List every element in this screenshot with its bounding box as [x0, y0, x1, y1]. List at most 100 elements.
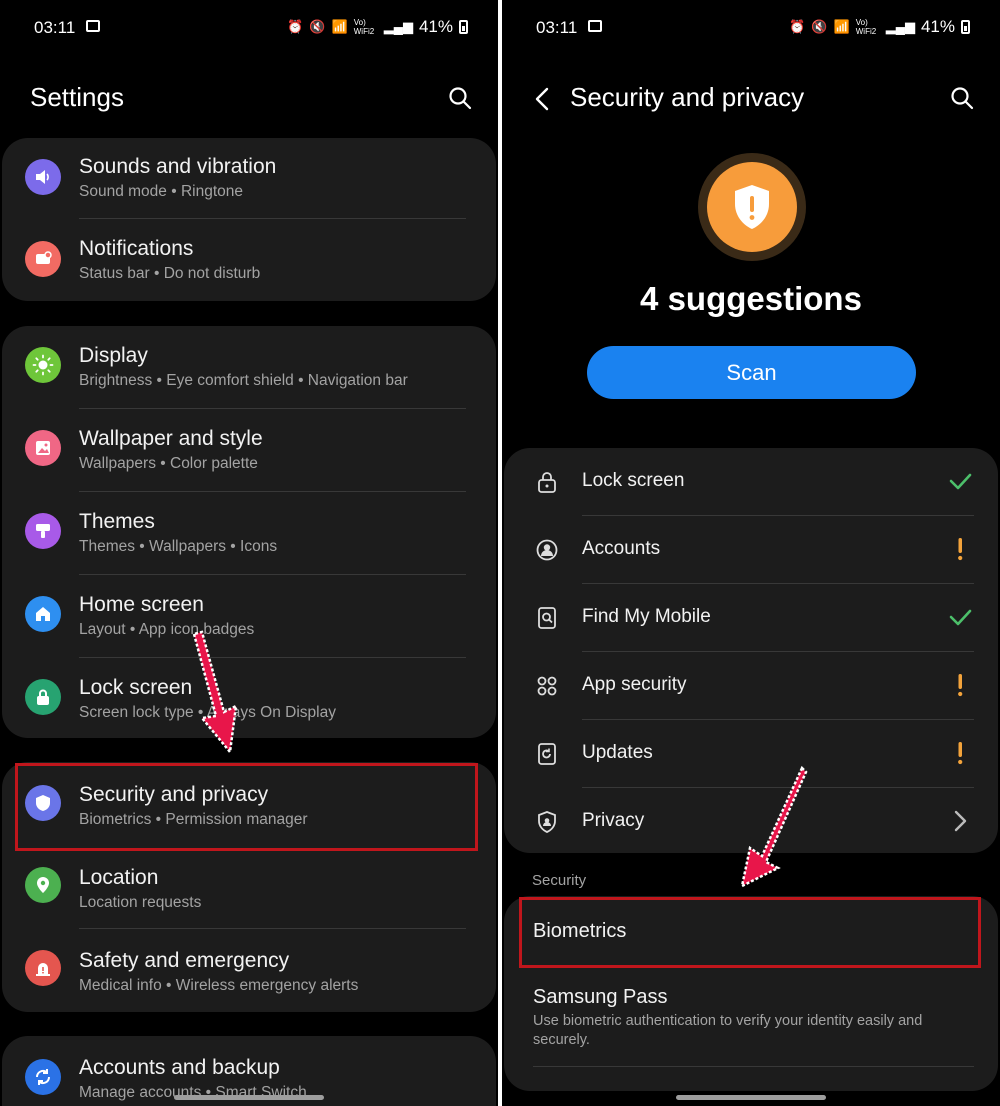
security-item-label: Accounts	[582, 538, 661, 559]
chevron-right-icon	[954, 810, 967, 832]
security-item-lock-screen[interactable]: Lock screen	[504, 448, 998, 516]
security-item-label: App security	[582, 674, 687, 695]
scan-button[interactable]: Scan	[587, 346, 916, 399]
warning-exclamation-icon	[958, 674, 963, 697]
warning-exclamation-icon	[958, 538, 963, 561]
battery-level: 41%	[418, 17, 453, 36]
network-label: Vo) WiFi2	[353, 18, 375, 36]
setting-lock-screen[interactable]: Lock screen Screen lock type • Always On…	[2, 658, 496, 738]
alert-icon	[25, 950, 61, 986]
red-arrow-annotation	[740, 765, 808, 889]
apps-grid-icon	[537, 676, 557, 696]
sync-icon	[25, 1059, 61, 1095]
gallery-notification-icon	[86, 20, 100, 32]
setting-display[interactable]: Display Brightness • Eye comfort shield …	[2, 326, 496, 409]
setting-title: Display	[79, 344, 148, 367]
security-item-label: Lock screen	[582, 470, 685, 491]
home-icon	[25, 596, 61, 632]
setting-subtitle: Brightness • Eye comfort shield • Naviga…	[79, 372, 408, 389]
warning-shield-icon	[735, 185, 769, 229]
setting-subtitle: Medical info • Wireless emergency alerts	[79, 977, 359, 994]
option-title: Samsung Pass	[533, 986, 668, 1008]
lock-icon	[25, 679, 61, 715]
status-bar: 03:11 ⏰ 🔇 📶 Vo) WiFi2 ▂▄▆ 41%	[502, 16, 1000, 40]
setting-title: Notifications	[79, 237, 194, 260]
settings-group-1: Sounds and vibration Sound mode • Ringto…	[2, 138, 496, 301]
divider	[533, 1066, 974, 1067]
security-item-accounts[interactable]: Accounts	[504, 516, 998, 584]
wifi-icon: 📶	[331, 19, 348, 34]
option-samsung-pass[interactable]: Samsung Pass Use biometric authenticatio…	[504, 972, 998, 1072]
settings-screen: 03:11 ⏰ 🔇 📶 Vo) WiFi2 ▂▄▆ 41% Settings S…	[0, 0, 498, 1106]
setting-title: Location	[79, 866, 159, 889]
settings-group-2: Display Brightness • Eye comfort shield …	[2, 326, 496, 738]
red-arrow-annotation	[192, 630, 238, 754]
setting-themes[interactable]: Themes Themes • Wallpapers • Icons	[2, 492, 496, 575]
account-icon	[536, 539, 558, 561]
setting-subtitle: Status bar • Do not disturb	[79, 265, 261, 282]
page-title: Security and privacy	[570, 82, 805, 112]
security-item-find-my-mobile[interactable]: Find My Mobile	[504, 584, 998, 652]
divider	[79, 218, 466, 219]
wifi-icon: 📶	[833, 19, 850, 34]
setting-subtitle: Location requests	[79, 894, 202, 911]
setting-subtitle: Sound mode • Ringtone	[79, 183, 243, 200]
network-label: Vo) WiFi2	[855, 18, 877, 36]
search-icon[interactable]	[448, 86, 472, 110]
setting-title: Sounds and vibration	[79, 155, 277, 178]
setting-home-screen[interactable]: Home screen Layout • App icon badges	[2, 575, 496, 658]
setting-title: Accounts and backup	[79, 1056, 280, 1079]
security-item-label: Privacy	[582, 810, 645, 831]
gallery-notification-icon	[588, 20, 602, 32]
privacy-shield-icon	[538, 811, 556, 833]
home-indicator[interactable]	[676, 1095, 826, 1100]
mute-icon: 🔇	[811, 19, 828, 34]
check-icon	[949, 609, 972, 626]
setting-sounds-and-vibration[interactable]: Sounds and vibration Sound mode • Ringto…	[2, 138, 496, 220]
setting-safety-and-emergency[interactable]: Safety and emergency Medical info • Wire…	[2, 929, 496, 1012]
security-status-badge	[698, 153, 806, 261]
battery-icon	[459, 20, 468, 34]
signal-icon: ▂▄▆	[383, 19, 413, 34]
update-icon	[538, 743, 556, 765]
option-subtitle: securely.	[533, 1032, 590, 1048]
setting-notifications[interactable]: Notifications Status bar • Do not distur…	[2, 220, 496, 302]
alarm-icon: ⏰	[287, 19, 304, 34]
signal-icon: ▂▄▆	[885, 19, 915, 34]
brush-icon	[25, 513, 61, 549]
lock-icon	[538, 472, 556, 493]
highlight-security-and-privacy	[15, 763, 478, 851]
status-bar: 03:11 ⏰ 🔇 📶 Vo) WiFi2 ▂▄▆ 41%	[0, 16, 498, 40]
setting-subtitle: Themes • Wallpapers • Icons	[79, 538, 278, 555]
alarm-icon: ⏰	[789, 19, 806, 34]
notification-icon	[25, 241, 61, 277]
setting-location[interactable]: Location Location requests	[2, 846, 496, 929]
back-arrow-icon[interactable]	[532, 86, 554, 112]
picture-icon	[25, 430, 61, 466]
battery-icon	[961, 20, 970, 34]
setting-title: Lock screen	[79, 676, 193, 699]
sun-icon	[25, 347, 61, 383]
page-title: Settings	[30, 82, 124, 112]
security-item-label: Find My Mobile	[582, 606, 711, 627]
setting-wallpaper-and-style[interactable]: Wallpaper and style Wallpapers • Color p…	[2, 409, 496, 492]
security-item-app-security[interactable]: App security	[504, 652, 998, 720]
mute-icon: 🔇	[309, 19, 326, 34]
setting-title: Wallpaper and style	[79, 427, 263, 450]
setting-subtitle: Wallpapers • Color palette	[79, 455, 258, 472]
home-indicator[interactable]	[174, 1095, 324, 1100]
status-time: 03:11	[536, 18, 578, 37]
speaker-icon	[25, 159, 61, 195]
security-privacy-screen: 03:11 ⏰ 🔇 📶 Vo) WiFi2 ▂▄▆ 41% Security a…	[502, 0, 1000, 1106]
highlight-biometrics	[519, 897, 981, 968]
suggestions-count: 4 suggestions	[640, 280, 862, 317]
status-time: 03:11	[34, 18, 76, 37]
security-item-label: Updates	[582, 742, 653, 763]
check-icon	[949, 473, 972, 490]
setting-title: Safety and emergency	[79, 949, 290, 972]
find-mobile-icon	[538, 607, 556, 629]
option-subtitle: Use biometric authentication to verify y…	[533, 1013, 923, 1029]
search-icon[interactable]	[950, 86, 974, 110]
section-header-security: Security	[532, 872, 587, 889]
warning-exclamation-icon	[958, 742, 963, 765]
